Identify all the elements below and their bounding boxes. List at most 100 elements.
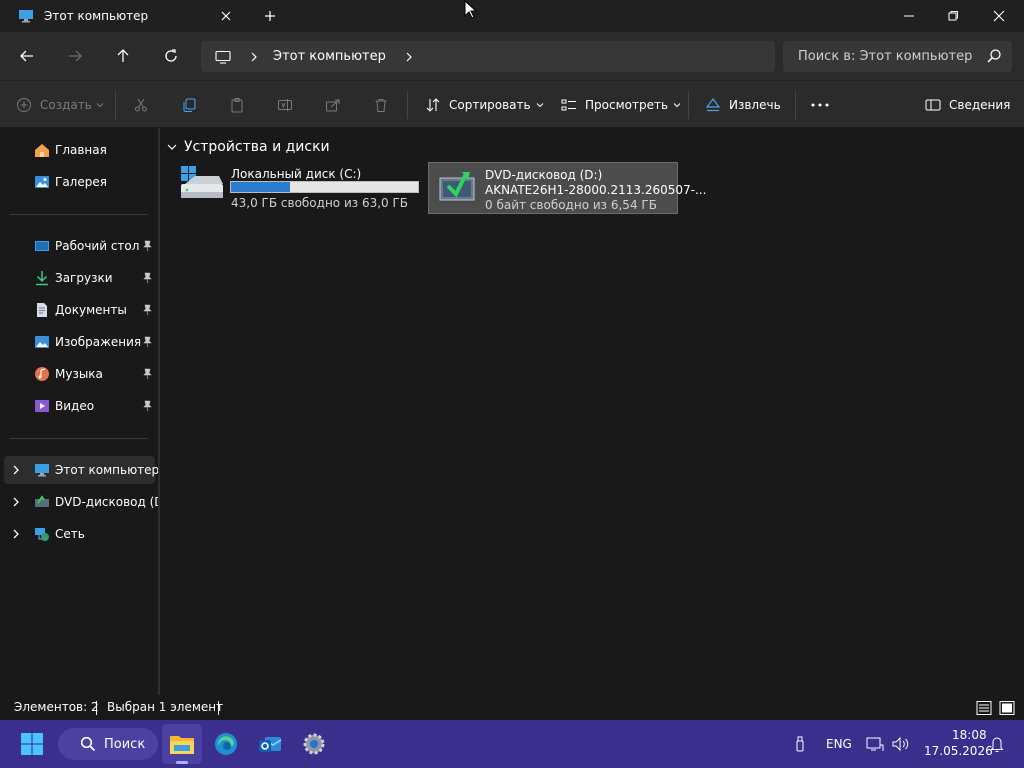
taskbar-outlook[interactable] [250,724,290,764]
chevron-down-icon[interactable] [166,141,178,153]
clock-date[interactable]: 17.05.2026 [924,744,993,758]
tab-this-pc[interactable]: Этот компьютер [6,0,246,32]
maximize-button[interactable] [930,0,976,32]
usb-drive-icon[interactable] [794,736,806,752]
sidebar-item-label: Изображения [55,335,142,349]
more-options-button[interactable] [810,93,830,117]
dvd-icon [35,495,49,507]
volume-icon[interactable] [892,736,910,752]
sidebar-item-desktop[interactable]: Рабочий стол [0,232,158,260]
clock-time[interactable]: 18:08 [952,728,987,742]
dvd-drive-icon [439,172,475,201]
eject-button[interactable]: Извлечь [705,93,781,117]
pin-icon[interactable] [141,400,153,412]
delete-button[interactable] [373,93,389,117]
drive-free-space: 0 байт свободно из 6,54 ГБ [485,198,657,212]
sidebar-item-label: Сеть [55,527,85,541]
pin-icon[interactable] [141,240,153,252]
back-button[interactable] [15,44,39,68]
search-icon [987,49,1001,63]
copy-icon [183,98,196,112]
sidebar-item-label: Видео [55,399,95,413]
cut-button[interactable] [133,93,149,117]
sidebar-item-downloads[interactable]: Загрузки [0,264,158,292]
navigation-pane: Главная Галерея Рабочий стол Загрузки До… [0,128,172,695]
chevron-right-icon[interactable] [404,52,414,62]
sort-button[interactable]: Сортировать [425,93,544,117]
chevron-right-icon[interactable] [10,528,22,540]
new-button[interactable]: Создать [16,93,104,117]
rename-button[interactable] [277,93,293,117]
sidebar-item-pictures[interactable]: Изображения [0,328,158,356]
tiles-view-icon[interactable] [999,700,1015,716]
search-input[interactable]: Поиск в: Этот компьютер [783,41,1012,72]
taskbar-file-explorer[interactable] [162,724,202,764]
sidebar-item-music[interactable]: Музыка [0,360,158,388]
pin-icon[interactable] [141,272,153,284]
local-disk-icon [181,166,223,198]
drive-free-space: 43,0 ГБ свободно из 63,0 ГБ [231,196,409,210]
sidebar-item-gallery[interactable]: Галерея [0,168,158,196]
up-button[interactable] [111,44,135,68]
input-language[interactable]: ENG [826,737,852,751]
network-status-icon[interactable] [866,736,884,752]
details-button[interactable]: Сведения [925,93,1010,117]
notification-bell-icon[interactable] [990,732,1004,756]
chevron-right-icon[interactable] [10,464,22,476]
pin-icon[interactable] [141,336,153,348]
taskbar-settings[interactable] [294,724,334,764]
details-view-icon[interactable] [976,700,992,716]
sidebar-item-documents[interactable]: Документы [0,296,158,324]
more-icon [811,103,829,107]
sidebar-item-label: Рабочий стол [55,239,140,253]
taskbar-edge[interactable] [206,724,246,764]
minimize-button[interactable] [886,0,932,32]
scissors-icon [135,98,147,112]
documents-icon [37,303,47,317]
pictures-icon [35,336,49,348]
new-label: Создать [40,98,92,112]
refresh-button[interactable] [159,44,183,68]
sort-icon [426,98,440,112]
sidebar-item-label: Документы [55,303,127,317]
sidebar-divider [10,438,148,439]
address-bar[interactable]: Этот компьютер [201,41,775,72]
drive-item-d[interactable]: DVD-дисковод (D:) AKNATE26H1-28000.2113.… [428,162,706,214]
desktop-folder-icon [35,241,49,251]
chevron-right-icon[interactable] [10,496,22,508]
share-button[interactable] [325,93,341,117]
video-icon [35,400,49,412]
file-explorer-icon [170,736,194,754]
divider [115,91,116,119]
drive-item-c[interactable]: Локальный диск (C:) 43,0 ГБ свободно из … [177,162,427,214]
this-pc-icon [35,464,49,477]
new-tab-button[interactable] [260,8,280,24]
sidebar-item-label: Загрузки [55,271,113,285]
taskbar-search-button[interactable]: Поиск [58,728,158,760]
sidebar-item-label: Главная [55,143,107,157]
start-button[interactable] [12,724,52,764]
breadcrumb-this-pc[interactable]: Этот компьютер [273,49,386,64]
details-label: Сведения [949,98,1011,112]
paste-button[interactable] [229,93,245,117]
sidebar-item-videos[interactable]: Видео [0,392,158,420]
sidebar-item-this-pc[interactable]: Этот компьютер [4,456,159,484]
sidebar-item-network[interactable]: Сеть [0,520,158,548]
rename-icon [278,99,292,111]
selected-count: Выбран 1 элемент [107,700,224,714]
group-header-devices[interactable]: Устройства и диски [166,137,330,157]
pin-icon[interactable] [141,368,153,380]
copy-button[interactable] [181,93,197,117]
pin-icon[interactable] [141,304,153,316]
gallery-icon [35,176,49,188]
trash-icon [375,99,387,112]
tab-close-icon[interactable] [218,8,234,24]
view-button[interactable]: Просмотреть [561,93,681,117]
sidebar-item-home[interactable]: Главная [0,136,158,164]
sidebar-item-dvd[interactable]: DVD-дисковод (D:) [0,488,172,516]
close-window-button[interactable] [976,0,1022,32]
forward-button[interactable] [63,44,87,68]
arrow-left-icon [20,50,33,62]
sort-label: Сортировать [449,98,531,112]
monitor-icon [215,50,231,64]
